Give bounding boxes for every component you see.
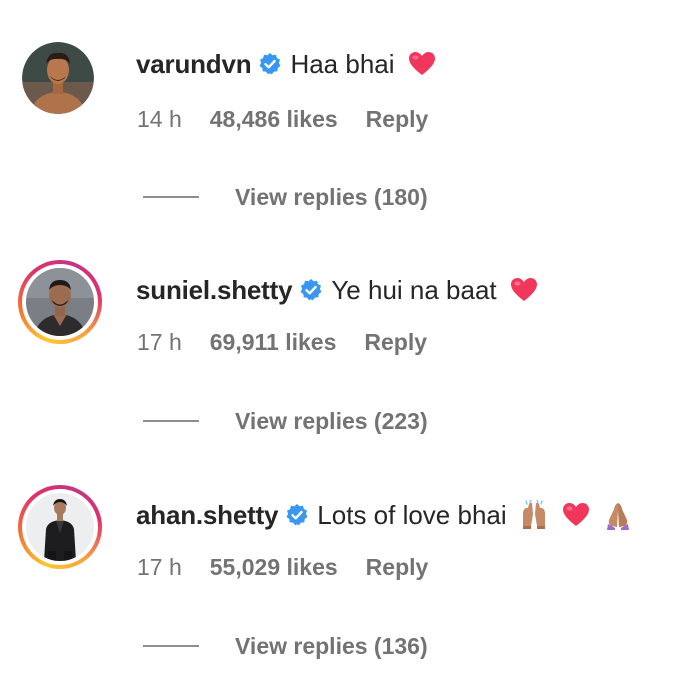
view-replies-label: View replies (180) (235, 183, 428, 210)
comment-item: ahan.shetty Lots of love bhai 17 h 55,02… (0, 449, 700, 659)
view-replies-button[interactable]: View replies (180) (143, 180, 428, 214)
username[interactable]: suniel.shetty (136, 275, 293, 306)
verified-badge-icon (258, 52, 282, 76)
verified-badge-icon (285, 503, 309, 527)
reply-button[interactable]: Reply (366, 554, 429, 581)
likes-count[interactable]: 69,911 likes (210, 329, 337, 356)
comment-body: Ye hui na baat (331, 274, 497, 305)
view-replies-label: View replies (136) (235, 632, 428, 659)
username[interactable]: ahan.shetty (136, 500, 278, 531)
red-heart-icon (509, 275, 539, 305)
comment-item: suniel.shetty Ye hui na baat 17 h 69,911… (0, 224, 700, 434)
comment-text-line: varundvn Haa bhai (136, 44, 437, 84)
verified-badge-icon (299, 278, 323, 302)
likes-count[interactable]: 55,029 likes (210, 554, 338, 581)
replies-divider (143, 196, 199, 198)
comment-item: varundvn Haa bhai 14 h 48,486 likes Repl… (0, 0, 700, 210)
reply-button[interactable]: Reply (366, 106, 429, 133)
timestamp: 17 h (137, 328, 182, 355)
profile-photo-ahan-shetty (26, 493, 94, 561)
red-heart-icon (407, 49, 437, 79)
profile-photo-varundvn (22, 42, 94, 114)
comment-body: Lots of love bhai (317, 499, 507, 530)
comments-feed: varundvn Haa bhai 14 h 48,486 likes Repl… (0, 0, 700, 700)
raised-hands-icon (519, 500, 549, 530)
view-replies-button[interactable]: View replies (223) (143, 404, 428, 438)
profile-photo-suniel-shetty (26, 268, 94, 336)
replies-divider (143, 645, 199, 647)
view-replies-button[interactable]: View replies (136) (143, 629, 428, 663)
avatar[interactable] (22, 42, 94, 114)
reply-button[interactable]: Reply (364, 329, 427, 356)
comment-text-line: suniel.shetty Ye hui na baat (136, 270, 539, 310)
timestamp: 14 h (137, 105, 182, 132)
comment-text-line: ahan.shetty Lots of love bhai (136, 495, 633, 535)
red-heart-icon (561, 500, 591, 530)
avatar[interactable] (18, 485, 102, 569)
comment-meta: 14 h 48,486 likes Reply (137, 101, 428, 137)
likes-count[interactable]: 48,486 likes (210, 106, 338, 133)
replies-divider (143, 420, 199, 422)
avatar[interactable] (18, 260, 102, 344)
username[interactable]: varundvn (136, 49, 252, 80)
comment-meta: 17 h 69,911 likes Reply (137, 324, 427, 360)
comment-meta: 17 h 55,029 likes Reply (137, 549, 428, 585)
folded-hands-icon (603, 500, 633, 530)
timestamp: 17 h (137, 553, 182, 580)
comment-body: Haa bhai (290, 48, 395, 79)
view-replies-label: View replies (223) (235, 407, 428, 434)
